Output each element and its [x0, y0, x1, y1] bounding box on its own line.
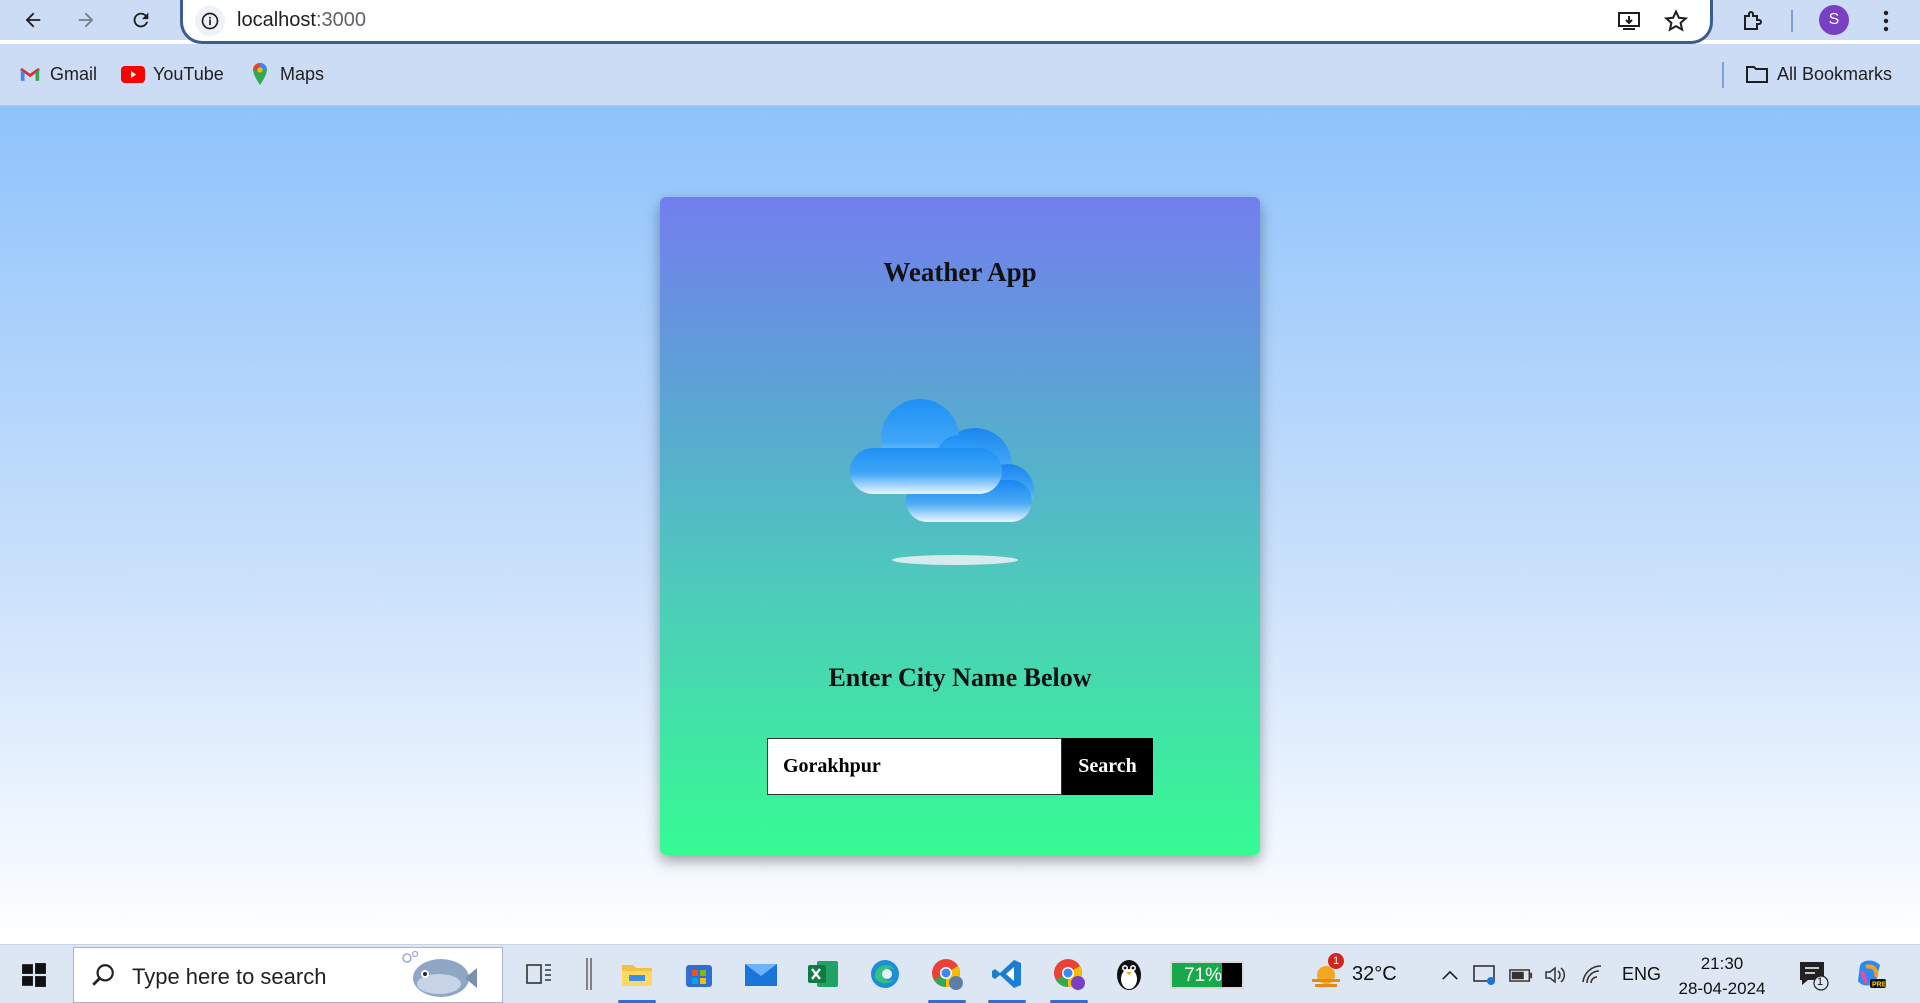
url-port: :3000: [315, 9, 366, 31]
chrome-active-icon[interactable]: [1044, 951, 1094, 1003]
taskbar-clock[interactable]: 21:30 28-04-2024: [1672, 951, 1772, 1001]
windows-taskbar: Type here to search 71% 1 32°C ENG 21:30…: [0, 944, 1920, 1003]
forward-button[interactable]: [69, 3, 103, 37]
folder-icon: [1745, 62, 1769, 86]
widgets-divider-icon[interactable]: [564, 951, 614, 997]
wifi-icon[interactable]: [1580, 962, 1606, 988]
all-bookmarks-label: All Bookmarks: [1777, 63, 1893, 84]
taskbar-search-placeholder: Type here to search: [132, 964, 327, 989]
page-viewport: Weather App Enter City Name Below Gorakh…: [0, 106, 1920, 944]
edge-icon[interactable]: [860, 951, 910, 997]
penguin-app-icon[interactable]: [1104, 951, 1154, 997]
reload-icon: [133, 12, 149, 28]
notification-center-icon[interactable]: 1: [1796, 958, 1830, 992]
youtube-icon: [121, 62, 145, 86]
clock-date: 28-04-2024: [1678, 979, 1766, 998]
reload-button[interactable]: [124, 3, 158, 37]
copilot-preview-icon[interactable]: PRE: [1854, 957, 1888, 991]
clock-time: 21:30: [1700, 954, 1744, 973]
search-highlight-fish-icon: [399, 950, 479, 1003]
toolbar-divider: [1791, 10, 1793, 32]
app-title: Weather App: [883, 257, 1037, 287]
install-app-icon[interactable]: [1615, 7, 1643, 35]
profile-avatar[interactable]: S: [1819, 5, 1849, 35]
weather-temp: 32°C: [1352, 962, 1397, 985]
bookmark-label: YouTube: [153, 63, 224, 84]
bookmark-gmail[interactable]: Gmail: [18, 62, 97, 86]
weather-card: Weather App Enter City Name Below Gorakh…: [660, 197, 1260, 855]
task-view-icon[interactable]: [514, 951, 564, 997]
forward-arrow-icon: [78, 12, 94, 28]
bookmarks-bar: Gmail YouTube Maps All Bookmarks: [0, 44, 1920, 106]
profile-initial: S: [1828, 11, 1840, 28]
browser-toolbar: localhost:3000 S: [0, 0, 1920, 44]
maps-icon: [248, 62, 272, 86]
bookmark-youtube[interactable]: YouTube: [121, 62, 224, 86]
battery-percent: 71%: [1183, 965, 1223, 986]
svg-text:PRE: PRE: [1872, 982, 1887, 989]
file-explorer-icon[interactable]: [612, 951, 662, 1003]
battery-meter: 71%: [1170, 961, 1244, 989]
weather-badge: 1: [1328, 953, 1344, 969]
all-bookmarks-button[interactable]: All Bookmarks: [1745, 62, 1892, 86]
extensions-icon[interactable]: [1738, 6, 1768, 36]
sync-tray-icon[interactable]: [1472, 962, 1498, 988]
battery-tray-icon[interactable]: [1508, 962, 1534, 988]
bookmark-star-icon[interactable]: [1662, 7, 1690, 35]
chrome-profile-icon[interactable]: [922, 951, 972, 1003]
mail-icon[interactable]: [736, 951, 786, 997]
vscode-icon[interactable]: [982, 951, 1032, 1003]
bookmark-label: Gmail: [50, 63, 98, 84]
site-info-icon[interactable]: [195, 6, 225, 36]
url-host: localhost: [237, 9, 316, 31]
gmail-icon: [18, 62, 42, 86]
notification-count: 1: [1817, 976, 1824, 988]
bookmarks-divider: [1722, 62, 1724, 88]
browser-menu-icon[interactable]: [1874, 6, 1898, 36]
url-text[interactable]: localhost:3000: [237, 9, 366, 32]
language-indicator[interactable]: ENG: [1622, 964, 1661, 985]
back-button[interactable]: [16, 3, 50, 37]
windows-start-icon[interactable]: [14, 957, 54, 993]
city-prompt: Enter City Name Below: [828, 663, 1092, 692]
cloud-icon: [850, 382, 1070, 572]
microsoft-store-icon[interactable]: [674, 951, 724, 997]
bookmark-maps[interactable]: Maps: [248, 62, 324, 86]
taskbar-weather-widget[interactable]: 1 32°C: [1308, 953, 1397, 991]
search-form: Search: [767, 738, 1153, 795]
bookmark-label: Maps: [280, 63, 325, 84]
show-hidden-icons-chevron-icon[interactable]: [1437, 962, 1463, 988]
address-bar[interactable]: localhost:3000: [180, 0, 1713, 44]
search-icon: [90, 962, 116, 993]
search-button[interactable]: Search: [1062, 738, 1153, 795]
excel-icon[interactable]: [798, 951, 848, 997]
city-input[interactable]: [767, 738, 1062, 795]
back-arrow-icon: [25, 12, 41, 28]
volume-icon[interactable]: [1543, 962, 1569, 988]
weather-sun-icon: 1: [1308, 953, 1344, 991]
taskbar-search-box[interactable]: Type here to search: [73, 947, 503, 1003]
